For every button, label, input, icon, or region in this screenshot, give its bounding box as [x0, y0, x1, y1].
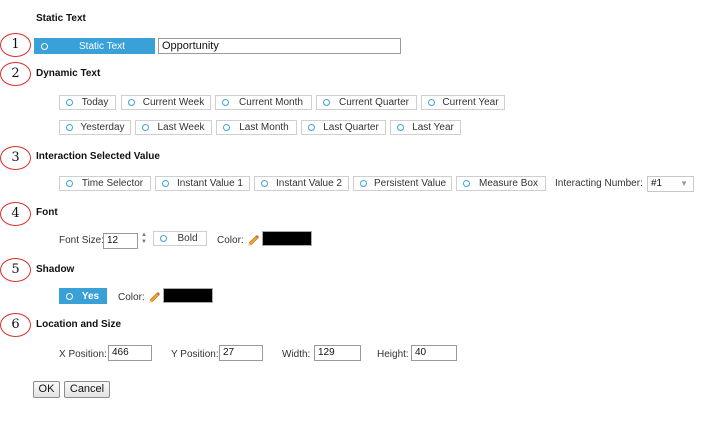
radio-icon	[162, 180, 169, 187]
radio-icon	[323, 99, 330, 106]
spinner-arrows-icon[interactable]: ▲ ▼	[141, 232, 147, 246]
radio-icon	[463, 180, 470, 187]
section-title-location: Location and Size	[36, 319, 122, 330]
pencil-icon[interactable]	[246, 232, 260, 246]
section-title-interaction: Interaction Selected Value	[36, 151, 160, 162]
font-size-label: Font Size:	[59, 235, 105, 246]
section-title-shadow: Shadow	[36, 264, 75, 275]
height-input[interactable]: 40	[411, 345, 457, 361]
shadow-yes-toggle[interactable]: Yes	[59, 288, 107, 304]
dynamic-option-last-week[interactable]: Last Week	[135, 120, 212, 135]
step-marker-2: 2	[0, 62, 31, 86]
section-title-dynamic-text: Dynamic Text	[36, 68, 101, 79]
section-title-font: Font	[36, 207, 58, 218]
static-text-input[interactable]: Opportunity	[158, 38, 401, 54]
dynamic-option-last-year[interactable]: Last Year	[390, 120, 461, 135]
dynamic-option-last-quarter[interactable]: Last Quarter	[301, 120, 386, 135]
step-marker-1: 1	[0, 33, 31, 57]
font-color-swatch[interactable]	[262, 231, 312, 246]
width-label: Width:	[282, 349, 311, 360]
radio-icon	[223, 124, 230, 131]
radio-icon	[261, 180, 268, 187]
interaction-option-persistent-value[interactable]: Persistent Value	[353, 176, 452, 191]
radio-icon	[397, 124, 404, 131]
radio-icon	[308, 124, 315, 131]
radio-icon	[66, 292, 73, 300]
chevron-down-icon: ▼	[680, 179, 688, 188]
bold-toggle[interactable]: Bold	[153, 231, 207, 246]
radio-icon	[160, 235, 167, 242]
dynamic-option-today[interactable]: Today	[59, 95, 116, 110]
pencil-icon[interactable]	[147, 289, 161, 303]
radio-icon	[66, 124, 73, 131]
radio-icon	[428, 99, 435, 106]
radio-icon	[360, 180, 367, 187]
radio-icon	[41, 42, 48, 50]
cancel-button[interactable]: Cancel	[64, 381, 110, 398]
x-position-label: X Position:	[59, 349, 107, 360]
dynamic-option-current-month[interactable]: Current Month	[215, 95, 312, 110]
ok-button[interactable]: OK	[33, 381, 60, 398]
step-marker-3: 3	[0, 146, 31, 170]
x-position-input[interactable]: 466	[108, 345, 152, 361]
dynamic-option-yesterday[interactable]: Yesterday	[59, 120, 131, 135]
interaction-option-instant-value-1[interactable]: Instant Value 1	[155, 176, 250, 191]
interaction-option-measure-box[interactable]: Measure Box	[456, 176, 546, 191]
interacting-number-label: Interacting Number:	[555, 178, 643, 189]
shadow-color-label: Color:	[118, 292, 145, 303]
radio-icon	[142, 124, 149, 131]
step-marker-4: 4	[0, 202, 31, 226]
radio-icon	[222, 99, 229, 106]
section-title-static-text: Static Text	[36, 13, 86, 24]
width-input[interactable]: 129	[314, 345, 361, 361]
interaction-option-instant-value-2[interactable]: Instant Value 2	[254, 176, 349, 191]
dynamic-option-current-year[interactable]: Current Year	[421, 95, 505, 110]
font-color-label: Color:	[217, 235, 244, 246]
shadow-color-swatch[interactable]	[163, 288, 213, 303]
interacting-number-select[interactable]: #1 ▼	[647, 176, 694, 192]
step-marker-5: 5	[0, 258, 31, 282]
step-marker-6: 6	[0, 313, 31, 337]
height-label: Height:	[377, 349, 409, 360]
dynamic-option-current-quarter[interactable]: Current Quarter	[316, 95, 417, 110]
font-size-input[interactable]: 12	[103, 233, 138, 249]
y-position-label: Y Position:	[171, 349, 219, 360]
static-text-option[interactable]: Static Text	[34, 38, 155, 54]
dynamic-option-current-week[interactable]: Current Week	[121, 95, 211, 110]
dynamic-option-last-month[interactable]: Last Month	[216, 120, 297, 135]
radio-icon	[128, 99, 135, 106]
interaction-option-time-selector[interactable]: Time Selector	[59, 176, 151, 191]
radio-icon	[66, 99, 73, 106]
interacting-number-value: #1	[651, 178, 663, 189]
radio-icon	[66, 180, 73, 187]
y-position-input[interactable]: 27	[219, 345, 263, 361]
